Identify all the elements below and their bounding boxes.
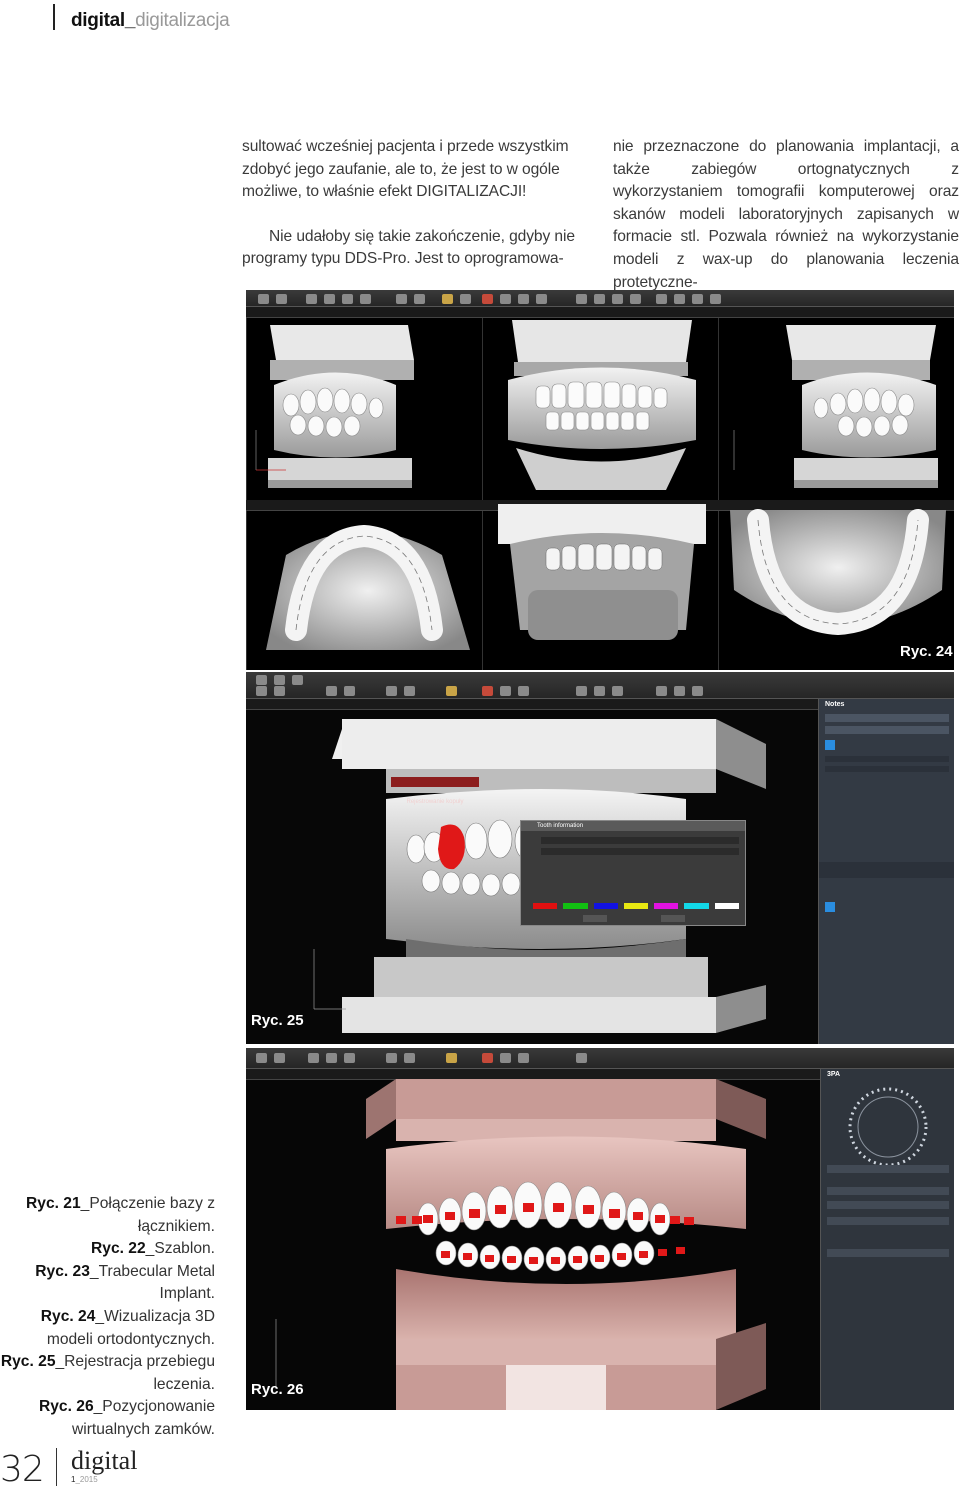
figure-label: Ryc. 25 xyxy=(251,1012,304,1029)
dialog-title: Tooth information xyxy=(521,821,745,831)
add-icon[interactable] xyxy=(825,902,835,912)
caption-item: Ryc. 22_Szablon. xyxy=(91,1240,215,1258)
dialog-field[interactable] xyxy=(541,848,739,855)
figure-label: Ryc. 24 xyxy=(900,643,953,660)
bracket-panel: 3PA xyxy=(820,1069,954,1410)
tooth-chart-wheel[interactable] xyxy=(821,1083,954,1173)
caption-item: Ryc. 25_Rejestracja przebiegu leczenia. xyxy=(0,1353,215,1393)
dental-model-views xyxy=(255,320,946,650)
header-rule xyxy=(53,4,55,30)
dialog-field[interactable] xyxy=(541,837,739,844)
section-header: digital_digitalizacja xyxy=(71,10,230,32)
text-column-right: nie przeznaczone do planowania implantac… xyxy=(613,136,959,294)
add-icon[interactable] xyxy=(825,740,835,750)
page-number: 32 xyxy=(0,1449,45,1490)
paragraph: nie przeznaczone do planowania implantac… xyxy=(613,138,959,291)
figure-label: Ryc. 26 xyxy=(251,1381,304,1398)
cancel-button[interactable] xyxy=(661,915,685,922)
panel-title: 3PA xyxy=(827,1071,841,1078)
paragraph: Nie udałoby się takie zakończenie, gdyby… xyxy=(242,227,575,268)
paragraph: sultować wcześniej pacjenta i przede wsz… xyxy=(242,138,569,201)
caption-item: Ryc. 24_Wizualizacja 3D modeli ortodonty… xyxy=(40,1307,215,1348)
software-toolbar xyxy=(246,1048,954,1069)
tooth-information-dialog: Tooth information xyxy=(520,820,746,926)
caption-item: Ryc. 26_Pozycjonowanie wirtualnych zamkó… xyxy=(39,1398,215,1438)
caption-item: Ryc. 23_Trabecular Metal Implant. xyxy=(35,1262,215,1303)
footer-rule xyxy=(56,1448,57,1486)
figure-captions: Ryc. 21_Połączenie bazy z łącznikiem. Ry… xyxy=(0,1193,215,1442)
color-swatches[interactable] xyxy=(533,903,739,909)
bracket-positioning-3d-view xyxy=(275,1079,766,1410)
model-tag: Rejestrowanie kopuły xyxy=(406,799,464,805)
brand-logo: digital xyxy=(71,1446,138,1475)
notes-panel: Notes xyxy=(818,699,954,1044)
figure-25-screenshot: Notes Rejestrowanie kopuły Tooth informa… xyxy=(246,672,954,1044)
issue-number: 1_2015 xyxy=(71,1475,98,1484)
text-column-left: sultować wcześniej pacjenta i przede wsz… xyxy=(242,136,588,271)
section-header-bold: digital_ xyxy=(71,10,136,31)
figure-26-screenshot: 3PA Ryc. 26 xyxy=(246,1048,954,1410)
panel-title: Notes xyxy=(825,701,845,708)
software-toolbar xyxy=(246,672,954,699)
figure-24-screenshot: Ryc. 24 xyxy=(246,290,954,670)
ok-button[interactable] xyxy=(583,915,607,922)
caption-item: Ryc. 21_Połączenie bazy z łącznikiem. xyxy=(26,1195,215,1235)
section-header-light: digitalizacja xyxy=(135,10,230,31)
